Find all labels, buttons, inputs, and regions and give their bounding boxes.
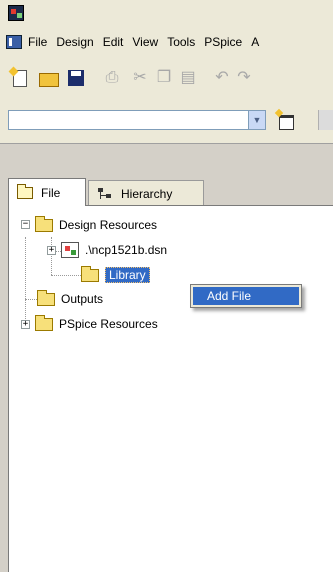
schematic-design-icon: [61, 242, 79, 258]
menu-item-add-file[interactable]: Add File: [193, 287, 299, 305]
toolbar-overflow: [318, 110, 333, 130]
undo-icon[interactable]: ↶: [212, 68, 232, 88]
tree-connector: [51, 237, 52, 275]
tree-item-library[interactable]: Library: [81, 265, 150, 285]
tab-file-label: File: [41, 185, 61, 200]
tab-hierarchy[interactable]: Hierarchy: [88, 180, 204, 206]
tree-connector: [25, 237, 26, 327]
redo-icon[interactable]: ↷: [234, 68, 254, 88]
expand-icon[interactable]: +: [47, 246, 56, 255]
new-document-icon[interactable]: [8, 66, 30, 88]
cut-icon[interactable]: ✂: [130, 68, 150, 88]
tab-hierarchy-label: Hierarchy: [121, 186, 173, 201]
panel-header-area: [0, 144, 333, 174]
copy-icon[interactable]: ❐: [154, 68, 174, 88]
menu-design[interactable]: Design: [56, 35, 93, 49]
app-icon[interactable]: [8, 5, 24, 21]
hierarchy-icon: [97, 187, 113, 201]
folder-icon: [37, 289, 55, 306]
menu-pspice[interactable]: PSpice: [204, 35, 242, 49]
tree-item-design-file[interactable]: .\ncp1521b.dsn: [61, 240, 167, 260]
paste-icon[interactable]: ▤: [178, 68, 198, 88]
menu-item-label: Add File: [207, 289, 252, 303]
folder-icon: [81, 265, 99, 282]
context-menu: Add File: [190, 284, 302, 308]
tree-item-label-selected: Library: [105, 267, 150, 283]
new-window-icon[interactable]: [274, 108, 296, 130]
tree-item-label: .\ncp1521b.dsn: [85, 243, 168, 257]
save-disk-icon[interactable]: [66, 68, 86, 88]
tree-item-label: PSpice Resources: [59, 317, 158, 331]
collapse-icon[interactable]: −: [21, 220, 30, 229]
chevron-down-icon[interactable]: ▼: [248, 111, 265, 129]
secondary-toolbar: ▼: [0, 100, 333, 144]
tree-item-pspice-resources[interactable]: PSpice Resources: [35, 314, 158, 334]
menu-edit[interactable]: Edit: [103, 35, 124, 49]
tree-connector: [51, 275, 81, 276]
tab-file[interactable]: File: [8, 178, 86, 206]
main-toolbar: ⎙ ✂ ❐ ▤ ↶ ↷: [0, 58, 333, 100]
menu-accessories-truncated[interactable]: A: [251, 35, 259, 49]
expand-icon[interactable]: +: [21, 320, 30, 329]
tree-item-label: Design Resources: [59, 218, 158, 232]
menu-file[interactable]: File: [28, 35, 47, 49]
print-icon[interactable]: ⎙: [102, 68, 122, 88]
part-combo-box[interactable]: ▼: [8, 110, 266, 130]
open-folder-icon[interactable]: [38, 68, 59, 88]
tree-item-design-resources[interactable]: Design Resources: [35, 215, 157, 235]
menu-bar: File Design Edit View Tools PSpice A: [0, 26, 333, 58]
folder-icon: [17, 183, 33, 199]
document-menu-icon[interactable]: [6, 35, 22, 49]
tree-item-outputs[interactable]: Outputs: [37, 289, 103, 309]
menu-view[interactable]: View: [132, 35, 158, 49]
tree-item-label: Outputs: [61, 292, 104, 306]
folder-icon: [35, 215, 53, 232]
title-bar: [0, 0, 333, 26]
project-tree-panel: − Design Resources + .\ncp1521b.dsn Libr…: [8, 205, 333, 572]
menu-tools[interactable]: Tools: [167, 35, 195, 49]
folder-icon: [35, 314, 53, 331]
